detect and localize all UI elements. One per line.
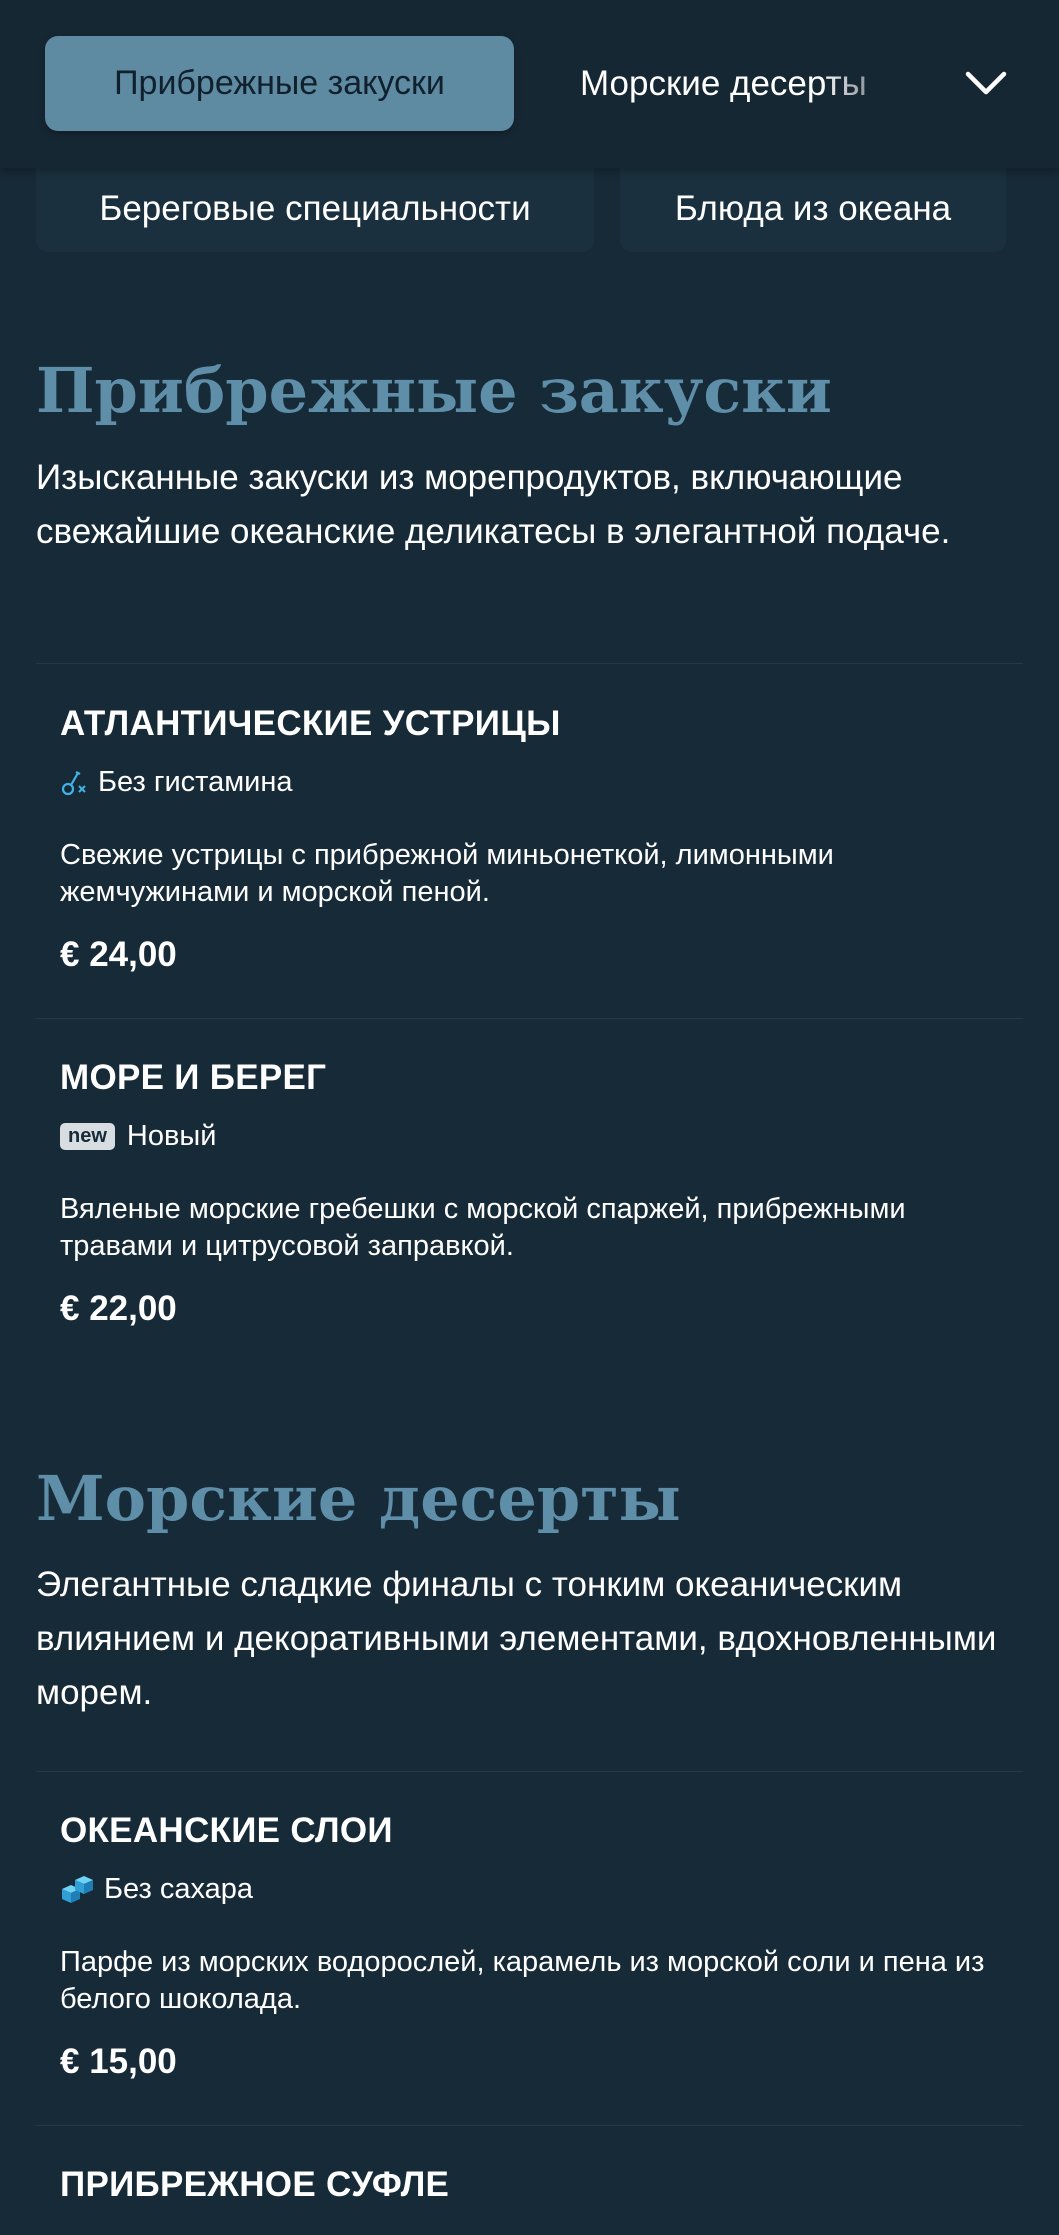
tab-ocean-dishes[interactable]: Блюда из океана bbox=[620, 166, 1006, 252]
section-description-desserts: Элегантные сладкие финалы с тонким океан… bbox=[36, 1565, 997, 1712]
item-tag: new Новый bbox=[60, 1120, 216, 1153]
divider bbox=[36, 1018, 1023, 1019]
item-description: Вяленые морские гребешки с морской спарж… bbox=[60, 1193, 906, 1262]
item-name: ОКЕАНСКИЕ СЛОИ bbox=[60, 1811, 393, 1850]
chevron-down-icon[interactable] bbox=[958, 58, 1014, 108]
divider bbox=[36, 1771, 1023, 1772]
section-description-appetizers: Изысканные закуски из морепродуктов, вкл… bbox=[36, 458, 951, 551]
item-name: МОРЕ И БЕРЕГ bbox=[60, 1058, 327, 1097]
section-title-appetizers: Прибрежные закуски bbox=[36, 354, 832, 427]
tag-label: Без гистамина bbox=[98, 766, 293, 798]
item-description: Свежие устрицы с прибрежной миньонеткой,… bbox=[60, 839, 834, 908]
item-tag: Без сахара bbox=[60, 1873, 253, 1906]
item-name: ПРИБРЕЖНОЕ СУФЛЕ bbox=[60, 2165, 450, 2204]
item-name: АТЛАНТИЧЕСКИЕ УСТРИЦЫ bbox=[60, 704, 561, 743]
tab-coastal-appetizers[interactable]: Прибрежные закуски bbox=[45, 36, 514, 131]
category-tabs-bar: Прибрежные закуски Морские десерты bbox=[0, 0, 1059, 168]
tab-shore-specialties[interactable]: Береговые специальности bbox=[36, 166, 594, 252]
item-price: € 22,00 bbox=[60, 1289, 177, 1328]
histamine-free-icon bbox=[60, 769, 88, 797]
tab-sea-desserts[interactable]: Морские десерты bbox=[580, 36, 915, 131]
divider bbox=[36, 663, 1023, 664]
item-price: € 15,00 bbox=[60, 2042, 177, 2081]
section-title-desserts: Морские десерты bbox=[36, 1462, 681, 1535]
tag-label: Новый bbox=[126, 1120, 217, 1152]
tag-label: Без сахара bbox=[104, 1873, 254, 1905]
item-price: € 24,00 bbox=[60, 935, 177, 974]
divider bbox=[36, 2125, 1023, 2126]
new-badge: new bbox=[60, 1123, 115, 1150]
sugar-free-icon bbox=[60, 1875, 94, 1905]
item-tag: Без гистамина bbox=[60, 766, 293, 799]
item-description: Парфе из морских водорослей, карамель из… bbox=[60, 1946, 985, 2015]
